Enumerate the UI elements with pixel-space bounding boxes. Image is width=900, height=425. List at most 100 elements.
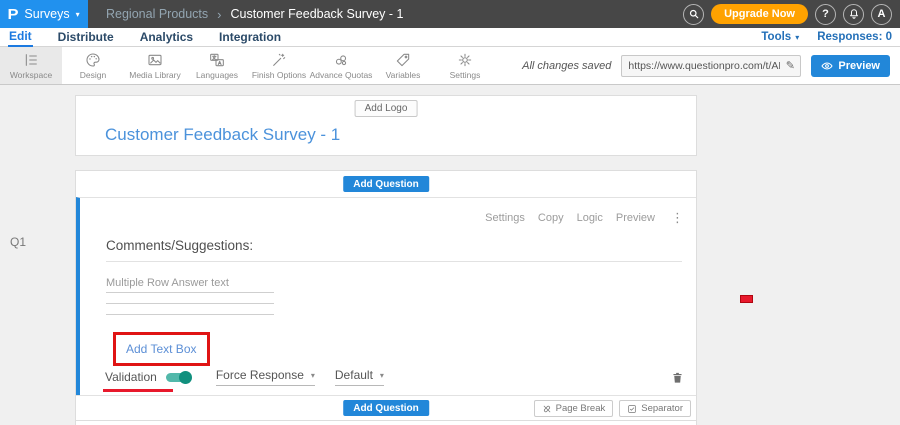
search-icon: [688, 8, 700, 20]
survey-title[interactable]: Customer Feedback Survey - 1: [105, 125, 340, 145]
toolbar-item-settings[interactable]: Settings: [434, 47, 496, 84]
default-label: Default: [335, 368, 373, 382]
gear-icon: [457, 52, 473, 68]
notifications-button[interactable]: [843, 4, 864, 25]
search-button[interactable]: [683, 4, 704, 25]
workspace-icon: [23, 52, 39, 68]
survey-editor-window: P Surveys ▾ Regional Products › Customer…: [0, 0, 900, 425]
answer-row-1[interactable]: Multiple Row Answer text: [106, 277, 274, 293]
translate-icon: [209, 52, 225, 68]
breadcrumb-parent[interactable]: Regional Products: [106, 7, 208, 21]
tools-menu[interactable]: Tools ▾: [761, 31, 799, 43]
question-section: Add Question Settings Copy Logic Preview…: [75, 170, 697, 421]
validation-toggle[interactable]: [166, 371, 192, 384]
question-logic-link[interactable]: Logic: [577, 212, 603, 224]
validation-row: Validation Force Response ▾ Default ▾: [105, 366, 684, 388]
toolbar-label: Finish Options: [252, 70, 306, 80]
survey-header-card: Add Logo Customer Feedback Survey - 1: [75, 95, 697, 156]
question-copy-link[interactable]: Copy: [538, 212, 564, 224]
default-dropdown[interactable]: Default ▾: [335, 368, 384, 386]
toolbar-label: Languages: [196, 70, 238, 80]
chevron-right-icon: ›: [217, 7, 221, 22]
preview-label: Preview: [838, 60, 880, 72]
delete-question-button[interactable]: [671, 370, 684, 385]
question-card: Settings Copy Logic Preview ⋮ Comments/S…: [76, 197, 696, 395]
page-break-icon: [542, 404, 552, 414]
eye-icon: [821, 60, 833, 72]
toolbar-item-advance-quotas[interactable]: Advance Quotas: [310, 47, 372, 84]
chain-links-icon: [333, 52, 349, 68]
toggle-knob: [179, 371, 192, 384]
surveys-app-menu[interactable]: P Surveys ▾: [0, 0, 88, 28]
account-avatar[interactable]: A: [871, 4, 892, 25]
question-number: Q1: [10, 235, 26, 249]
preview-button[interactable]: Preview: [811, 55, 890, 77]
upgrade-now-button[interactable]: Upgrade Now: [711, 4, 808, 24]
editor-toolbar: Workspace Design Media Library Languages…: [0, 47, 900, 85]
edit-url-button[interactable]: ✎: [780, 56, 800, 76]
help-button[interactable]: ?: [815, 4, 836, 25]
footer-buttons: Page Break Separator: [534, 400, 691, 417]
page-break-label: Page Break: [556, 403, 606, 414]
tab-distribute[interactable]: Distribute: [57, 29, 115, 46]
force-response-dropdown[interactable]: Force Response ▾: [216, 368, 315, 386]
add-text-box-link[interactable]: Add Text Box: [126, 342, 197, 356]
add-logo-button[interactable]: Add Logo: [355, 100, 418, 117]
question-preview-link[interactable]: Preview: [616, 212, 655, 224]
responses-count[interactable]: Responses: 0: [817, 31, 892, 43]
survey-url-box: https://www.questionpro.com/t/APNrfZ ✎: [621, 55, 801, 77]
toolbar-item-workspace[interactable]: Workspace: [0, 47, 62, 84]
survey-canvas: Q1 Add Logo Customer Feedback Survey - 1…: [0, 85, 900, 425]
add-question-button-top[interactable]: Add Question: [343, 176, 429, 192]
force-response-label: Force Response: [216, 368, 304, 382]
tools-label: Tools: [761, 31, 791, 43]
topbar-actions: Upgrade Now ? A: [683, 4, 892, 25]
next-section-card: [75, 420, 697, 425]
answer-row-2[interactable]: [106, 293, 274, 304]
survey-url[interactable]: https://www.questionpro.com/t/APNrfZ: [622, 60, 780, 72]
menu-bar: Edit Distribute Analytics Integration To…: [0, 28, 900, 47]
toolbar-item-variables[interactable]: Variables: [372, 47, 434, 84]
tab-edit[interactable]: Edit: [8, 28, 33, 47]
question-settings-link[interactable]: Settings: [485, 212, 525, 224]
palette-icon: [85, 52, 101, 68]
magic-wand-icon: [271, 52, 287, 68]
toolbar-label: Advance Quotas: [310, 70, 373, 80]
toolbar-item-languages[interactable]: Languages: [186, 47, 248, 84]
app-menu-label: Surveys: [24, 7, 69, 21]
top-bar: P Surveys ▾ Regional Products › Customer…: [0, 0, 900, 28]
toolbar-label: Design: [80, 70, 106, 80]
add-question-button-bottom[interactable]: Add Question: [343, 400, 429, 416]
page-break-button[interactable]: Page Break: [534, 400, 614, 417]
separator-label: Separator: [641, 403, 683, 414]
toolbar-label: Settings: [450, 70, 481, 80]
checkbox-icon: [627, 404, 637, 414]
toolbar-label: Variables: [386, 70, 421, 80]
bell-icon: [848, 8, 860, 20]
tab-analytics[interactable]: Analytics: [139, 29, 194, 46]
multirow-answer-area: Multiple Row Answer text: [106, 277, 274, 315]
add-text-box-highlight: Add Text Box: [113, 332, 210, 366]
questionpro-logo: P: [8, 6, 19, 23]
validation-label: Validation: [105, 370, 157, 384]
chevron-down-icon: ▾: [795, 33, 799, 42]
answer-row-3[interactable]: [106, 304, 274, 315]
kebab-menu-icon[interactable]: ⋮: [671, 210, 684, 226]
toolbar-right: All changes saved https://www.questionpr…: [522, 47, 900, 84]
toolbar-label: Workspace: [10, 70, 52, 80]
red-annotation-mark: [740, 295, 753, 303]
tab-integration[interactable]: Integration: [218, 29, 282, 46]
toolbar-item-design[interactable]: Design: [62, 47, 124, 84]
save-status: All changes saved: [522, 60, 611, 72]
toolbar-item-finish-options[interactable]: Finish Options: [248, 47, 310, 84]
menubar-right: Tools ▾ Responses: 0: [761, 31, 892, 43]
question-actions: Settings Copy Logic Preview ⋮: [485, 210, 684, 226]
chevron-down-icon: ▾: [76, 10, 80, 19]
separator-button[interactable]: Separator: [619, 400, 691, 417]
question-text[interactable]: Comments/Suggestions:: [106, 238, 682, 262]
add-question-strip-bottom: Add Question Page Break Separator: [76, 395, 696, 420]
trash-icon: [671, 370, 684, 385]
pencil-icon: ✎: [786, 59, 795, 72]
toolbar-item-media-library[interactable]: Media Library: [124, 47, 186, 84]
chevron-down-icon: ▾: [311, 371, 315, 380]
